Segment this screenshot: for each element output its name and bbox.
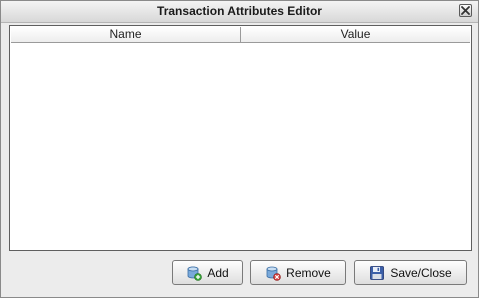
close-icon <box>461 6 470 15</box>
add-button-label: Add <box>207 265 229 280</box>
close-button[interactable] <box>459 4 472 17</box>
save-close-button-label: Save/Close <box>390 265 452 280</box>
table-header: Name Value <box>11 27 470 43</box>
title-bar[interactable]: Transaction Attributes Editor <box>1 1 478 23</box>
add-database-icon <box>187 266 203 281</box>
remove-button-label: Remove <box>286 265 331 280</box>
window-title: Transaction Attributes Editor <box>157 4 322 18</box>
column-header-name[interactable]: Name <box>11 27 241 42</box>
attributes-table[interactable]: Name Value <box>9 25 472 251</box>
column-header-value[interactable]: Value <box>241 27 470 42</box>
remove-button[interactable]: Remove <box>250 260 346 285</box>
remove-database-icon <box>266 266 281 281</box>
floppy-disk-icon <box>370 265 385 280</box>
save-close-button[interactable]: Save/Close <box>354 260 467 285</box>
dialog-window: Transaction Attributes Editor Name Value… <box>0 0 479 298</box>
add-button[interactable]: Add <box>172 260 243 285</box>
